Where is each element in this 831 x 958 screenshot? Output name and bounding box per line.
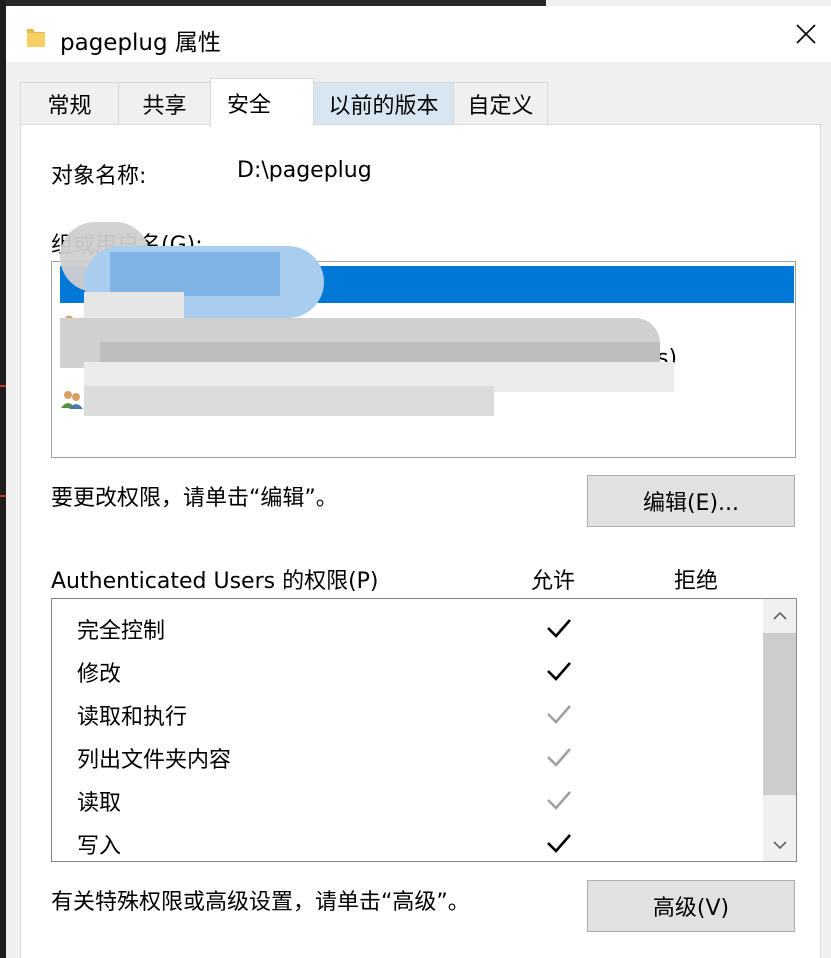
tab-customize[interactable]: 自定义	[453, 82, 548, 124]
deny-column-header: 拒绝	[674, 569, 719, 594]
tab-label: 安全	[227, 92, 272, 118]
allow-column-header: 允许	[531, 569, 576, 594]
permissions-for-label: Authenticated Users 的权限(P)	[51, 569, 379, 594]
redaction-block	[84, 386, 494, 416]
checkmark-icon	[547, 834, 571, 853]
redaction-block	[84, 292, 184, 320]
scroll-up-button[interactable]	[763, 599, 796, 632]
background-window-edge	[0, 0, 6, 958]
advanced-settings-hint: 有关特殊权限或高级设置，请单击“高级”。	[51, 890, 470, 915]
close-button[interactable]	[781, 6, 831, 62]
edit-button-label: 编辑(E)...	[642, 491, 740, 516]
permission-name: 修改	[77, 662, 122, 687]
background-mark	[0, 495, 6, 497]
permissions-list[interactable]: 完全控制 修改 读取和执行 列出文件夹内容 读取 写入	[51, 598, 797, 862]
tab-bar: 常规 共享 安全 以前的版本 自定义	[20, 78, 820, 126]
permission-row: 读取和执行	[52, 693, 762, 736]
tab-label: 以前的版本	[328, 93, 439, 119]
close-icon	[796, 24, 816, 44]
redaction-block	[110, 252, 280, 296]
tab-security[interactable]: 安全	[210, 78, 314, 126]
advanced-button-label: 高级(V)	[652, 896, 730, 921]
scroll-down-button[interactable]	[763, 828, 796, 861]
checkmark-icon	[547, 791, 571, 810]
permission-row: 读取	[52, 779, 762, 822]
permission-row: 列出文件夹内容	[52, 736, 762, 779]
permission-row: 写入	[52, 822, 762, 865]
permission-row: 修改	[52, 650, 762, 693]
tab-sharing[interactable]: 共享	[118, 82, 211, 124]
object-name-value: D:\pageplug	[237, 158, 372, 183]
folder-icon	[27, 29, 45, 47]
checkmark-icon	[547, 662, 571, 681]
permission-name: 完全控制	[77, 619, 166, 644]
checkmark-icon	[547, 705, 571, 724]
chevron-down-icon	[772, 840, 787, 849]
background-mark	[0, 385, 6, 387]
permission-name: 读取和执行	[77, 705, 188, 730]
tab-previous-versions[interactable]: 以前的版本	[313, 82, 454, 124]
chevron-up-icon	[772, 611, 787, 620]
tab-general[interactable]: 常规	[20, 82, 119, 124]
object-name-label: 对象名称:	[51, 164, 147, 189]
permission-name: 写入	[77, 834, 122, 859]
title-bar: pageplug 属性	[6, 6, 831, 62]
checkmark-icon	[547, 619, 571, 638]
advanced-button[interactable]: 高级(V)	[587, 880, 795, 932]
tab-label: 共享	[142, 93, 187, 119]
vertical-scrollbar[interactable]	[763, 599, 796, 861]
scroll-thumb[interactable]	[763, 633, 796, 795]
checkmark-icon	[547, 748, 571, 767]
change-permissions-hint: 要更改权限，请单击“编辑”。	[51, 486, 338, 511]
tab-label: 自定义	[467, 93, 534, 119]
permission-name: 列出文件夹内容	[77, 748, 232, 773]
permission-name: 读取	[77, 791, 122, 816]
tab-label: 常规	[47, 93, 92, 119]
permission-row: 完全控制	[52, 607, 762, 650]
window-title: pageplug 属性	[60, 30, 221, 56]
users-group-icon	[61, 391, 83, 409]
edit-button[interactable]: 编辑(E)...	[587, 475, 795, 527]
